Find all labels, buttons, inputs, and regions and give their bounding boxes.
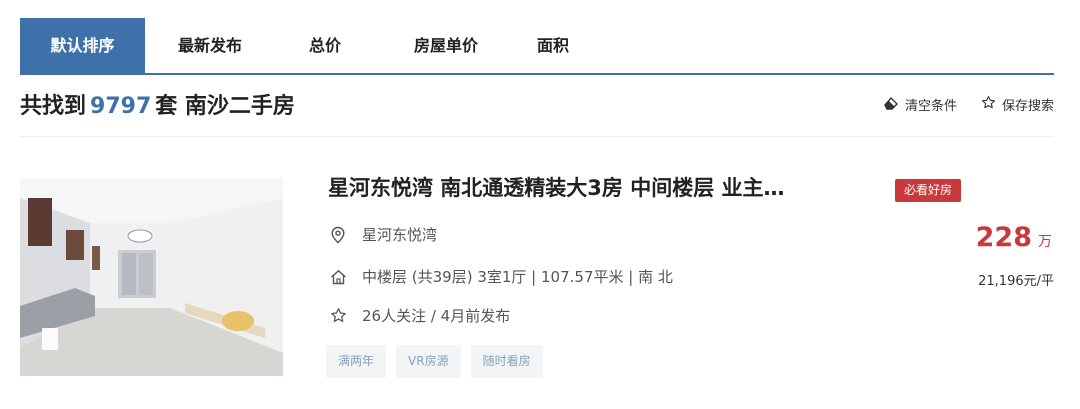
star-outline-icon: [981, 95, 996, 114]
sort-tabs: 默认排序 最新发布 总价 房屋单价 面积: [20, 18, 1054, 75]
result-summary: 共找到 9797 套 南沙二手房: [20, 88, 295, 120]
house-icon: [328, 267, 348, 287]
summary-suffix: 套 南沙二手房: [155, 94, 295, 119]
result-count: 9797: [90, 94, 152, 119]
summary-prefix: 共找到: [20, 94, 87, 119]
listing-tags: 满两年 VR房源 随时看房: [326, 345, 543, 378]
tag-item: 随时看房: [470, 345, 543, 378]
house-details-row: 中楼层 (共39层) 3室1厅 | 107.57平米 | 南 北: [328, 266, 673, 287]
community-name[interactable]: 星河东悦湾: [362, 224, 437, 245]
save-search-button[interactable]: 保存搜索: [981, 95, 1054, 114]
tag-item: 满两年: [326, 345, 387, 378]
price-unit: 万: [1038, 234, 1052, 250]
tab-total-price[interactable]: 总价: [295, 18, 355, 73]
community-row: 星河东悦湾: [328, 224, 437, 245]
divider: [20, 136, 1054, 137]
eraser-icon: [883, 96, 899, 114]
tab-latest[interactable]: 最新发布: [170, 18, 250, 73]
listing-photo[interactable]: [20, 178, 283, 376]
tab-default-sort[interactable]: 默认排序: [20, 18, 145, 73]
save-search-label: 保存搜索: [1001, 99, 1054, 114]
house-details: 中楼层 (共39层) 3室1厅 | 107.57平米 | 南 北: [362, 268, 673, 286]
price-value: 228: [975, 222, 1032, 253]
star-outline-icon: [328, 306, 348, 326]
tag-item: VR房源: [396, 345, 461, 378]
tab-area[interactable]: 面积: [528, 18, 578, 73]
tab-unit-price[interactable]: 房屋单价: [398, 18, 494, 73]
clear-filters-button[interactable]: 清空条件: [883, 95, 957, 114]
clear-filters-label: 清空条件: [904, 99, 957, 114]
location-pin-icon: [328, 225, 348, 245]
total-price: 228 万: [976, 222, 1052, 253]
followers-info: 26人关注 / 4月前发布: [362, 307, 511, 325]
must-see-badge: 必看好房: [895, 179, 961, 202]
unit-price: 21,196元/平: [978, 274, 1054, 289]
search-actions: 清空条件 保存搜索: [883, 95, 1054, 114]
listing-title[interactable]: 星河东悦湾 南北通透精装大3房 中间楼层 业主…: [328, 172, 785, 202]
followers-row: 26人关注 / 4月前发布: [328, 305, 510, 326]
